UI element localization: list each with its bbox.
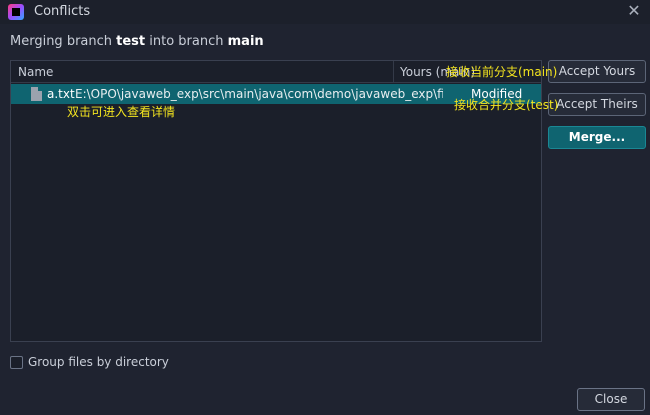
column-separator[interactable]: [393, 61, 394, 83]
annotation-double-click: 双击可进入查看详情: [67, 105, 176, 119]
accept-yours-button[interactable]: Accept Yours: [548, 60, 646, 83]
window-title: Conflicts: [34, 4, 91, 19]
file-name: a.txt: [47, 87, 75, 101]
accept-theirs-button[interactable]: Accept Theirs: [548, 93, 646, 116]
target-branch: main: [227, 34, 264, 49]
merge-description: Merging branch test into branch main: [10, 34, 264, 49]
source-branch: test: [116, 34, 146, 49]
merge-button[interactable]: Merge...: [548, 126, 646, 149]
file-path: E:\OPO\javaweb_exp\src\main\java\com\dem…: [75, 87, 443, 101]
intellij-app-icon: [8, 4, 24, 20]
title-bar: Conflicts ✕: [0, 0, 650, 24]
group-by-directory-checkbox[interactable]: [10, 356, 23, 369]
annotation-accept-theirs: 接收合并分支(test): [454, 98, 559, 112]
group-by-directory-label: Group files by directory: [28, 355, 169, 369]
close-button[interactable]: Close: [577, 388, 645, 411]
annotation-accept-yours: 接收当前分支(main): [446, 65, 558, 79]
column-header-name[interactable]: Name: [18, 65, 53, 79]
close-icon[interactable]: ✕: [624, 1, 644, 21]
text-file-icon: [31, 87, 42, 101]
